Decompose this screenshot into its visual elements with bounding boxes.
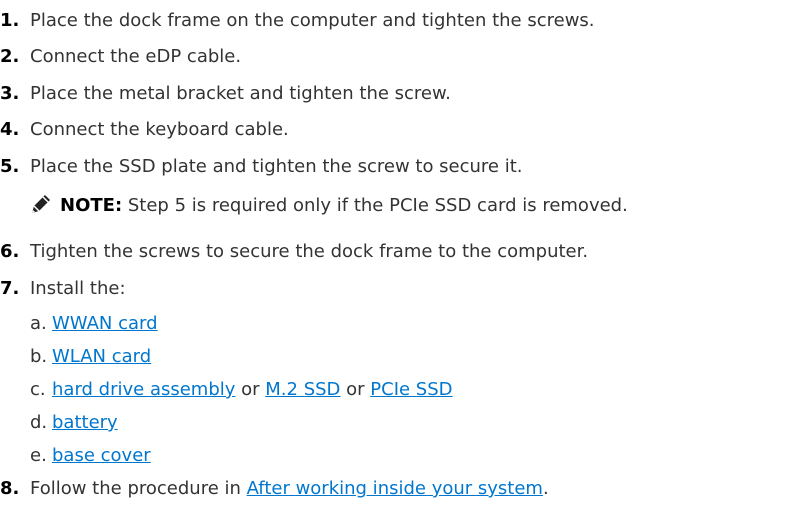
- install-item-e: e. base cover: [30, 445, 151, 467]
- separator-text: or: [235, 379, 266, 400]
- step-number: 3.: [0, 83, 20, 104]
- item-letter: a.: [30, 313, 47, 334]
- step-number: 4.: [0, 119, 20, 140]
- pencil-note-icon: [30, 193, 52, 215]
- step-number: 6.: [0, 241, 20, 262]
- m2-ssd-link[interactable]: M.2 SSD: [265, 379, 340, 400]
- note-text: Step 5 is required only if the PCIe SSD …: [122, 195, 628, 216]
- step-text: Connect the keyboard cable.: [30, 119, 289, 140]
- step-3: 3. Place the metal bracket and tighten th…: [0, 83, 451, 105]
- base-cover-link[interactable]: base cover: [52, 445, 151, 466]
- step-text: Place the metal bracket and tighten the …: [30, 83, 451, 104]
- step-6: 6. Tighten the screws to secure the dock …: [0, 241, 588, 263]
- install-item-d: d. battery: [30, 412, 118, 434]
- battery-link[interactable]: battery: [52, 412, 118, 433]
- item-letter: b.: [30, 346, 48, 367]
- wwan-card-link[interactable]: WWAN card: [52, 313, 158, 334]
- hard-drive-assembly-link[interactable]: hard drive assembly: [52, 379, 235, 400]
- step-number: 2.: [0, 46, 20, 67]
- step-7: 7. Install the:: [0, 278, 126, 300]
- step-number: 7.: [0, 278, 20, 299]
- item-letter: d.: [30, 412, 48, 433]
- install-item-b: b. WLAN card: [30, 346, 151, 368]
- step-number: 8.: [0, 478, 20, 499]
- step-1: 1. Place the dock frame on the computer a…: [0, 10, 595, 32]
- install-item-c: c. hard drive assembly or M.2 SSD or PCIe…: [30, 379, 453, 401]
- step-2: 2. Connect the eDP cable.: [0, 46, 241, 68]
- step-8: 8. Follow the procedure in After working …: [0, 478, 549, 500]
- step-text: Tighten the screws to secure the dock fr…: [30, 241, 589, 262]
- step-5: 5. Place the SSD plate and tighten the sc…: [0, 156, 523, 178]
- install-item-a: a. WWAN card: [30, 313, 158, 335]
- item-letter: e.: [30, 445, 47, 466]
- step-text: Connect the eDP cable.: [30, 46, 242, 67]
- step-4: 4. Connect the keyboard cable.: [0, 119, 289, 141]
- step-text: Place the dock frame on the computer and…: [30, 10, 595, 31]
- step-text-before: Follow the procedure in: [30, 478, 247, 499]
- wlan-card-link[interactable]: WLAN card: [52, 346, 151, 367]
- item-letter: c.: [30, 379, 46, 400]
- note-callout: NOTE: Step 5 is required only if the PCI…: [30, 193, 628, 217]
- step-text: Place the SSD plate and tighten the scre…: [30, 156, 523, 177]
- step-text-after: .: [542, 478, 549, 499]
- pcie-ssd-link[interactable]: PCIe SSD: [370, 379, 452, 400]
- step-text: Install the:: [30, 278, 126, 299]
- step-number: 5.: [0, 156, 20, 177]
- step-number: 1.: [0, 10, 20, 31]
- note-label: NOTE:: [60, 195, 123, 216]
- after-working-inside-link[interactable]: After working inside your system: [247, 478, 543, 499]
- separator-text: or: [340, 379, 371, 400]
